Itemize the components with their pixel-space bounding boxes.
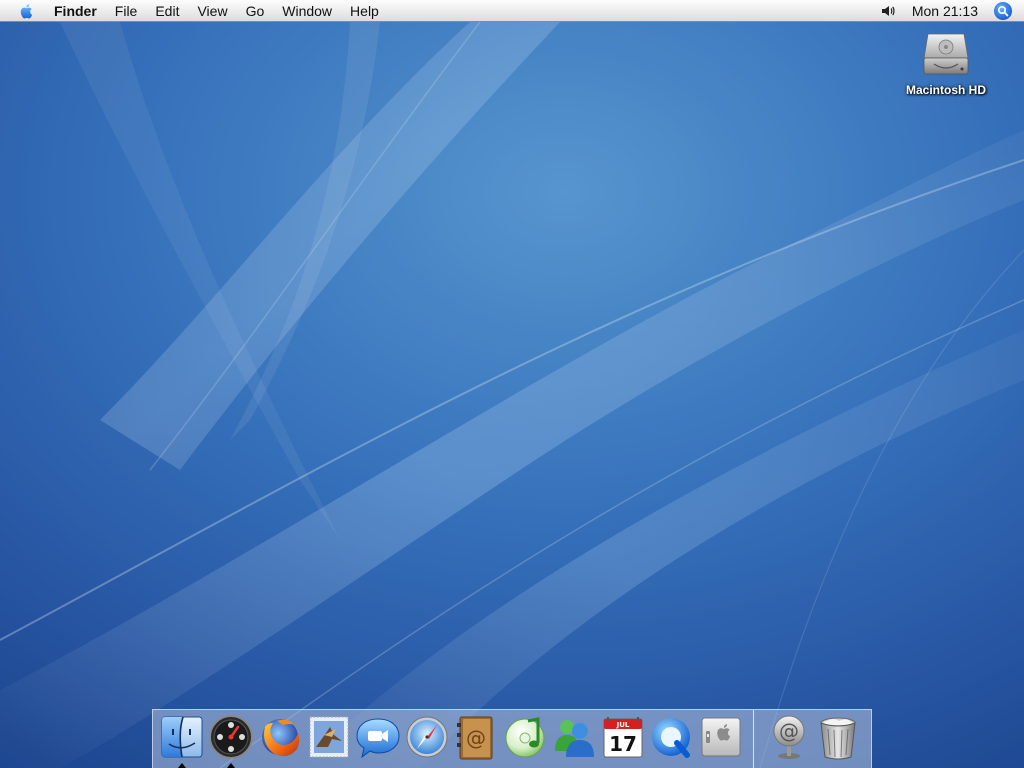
ichat-icon (355, 718, 400, 759)
apple-menu-icon[interactable] (16, 0, 38, 22)
dock-item-firefox[interactable] (255, 710, 304, 768)
dock-item-quicktime[interactable] (647, 710, 696, 768)
menu-view[interactable]: View (188, 0, 236, 22)
menu-edit[interactable]: Edit (146, 0, 188, 22)
messenger-buddies-icon (554, 720, 594, 757)
itunes-icon (505, 717, 544, 758)
menu-finder[interactable]: Finder (48, 0, 106, 22)
dock-item-address-book[interactable]: @ (451, 710, 500, 768)
hard-drive-icon (923, 33, 969, 75)
svg-text:@: @ (466, 726, 486, 750)
spotlight-search-icon[interactable] (994, 1, 1012, 20)
dock-item-mail-link[interactable]: @ (764, 710, 813, 768)
mail-stamp-icon (309, 716, 348, 758)
ical-calendar-icon: JUL 17 (603, 717, 642, 758)
speaker-icon[interactable] (880, 3, 896, 19)
desktop-wallpaper (0, 0, 1024, 768)
desktop-icon-macintosh-hd[interactable]: Macintosh HD (896, 28, 996, 99)
desktop-screen: Finder File Edit View Go Window Help Mon… (0, 0, 1024, 768)
svg-text:@: @ (779, 719, 799, 743)
desktop-icon-label: Macintosh HD (905, 83, 986, 97)
dock-item-itunes[interactable] (500, 710, 549, 768)
dock-item-ichat[interactable] (353, 710, 402, 768)
running-indicator (177, 763, 186, 768)
ical-month-label: JUL (615, 721, 629, 729)
dock-item-system-preferences[interactable] (696, 710, 745, 768)
dock-item-dashboard[interactable] (206, 710, 255, 768)
ical-day-label: 17 (609, 732, 637, 756)
menubar-clock[interactable]: Mon 21:13 (912, 3, 978, 19)
dock-item-messenger[interactable] (549, 710, 598, 768)
menu-help[interactable]: Help (341, 0, 388, 22)
menu-window[interactable]: Window (273, 0, 341, 22)
dock-item-ical[interactable]: JUL 17 (598, 710, 647, 768)
menu-extras: Mon 21:13 (880, 0, 1024, 22)
at-sign-icon: @ (773, 715, 804, 759)
address-book-icon: @ (456, 716, 492, 760)
safari-compass-icon (406, 716, 447, 758)
finder-icon (161, 716, 202, 758)
dock-separator (753, 710, 754, 768)
menu-bar: Finder File Edit View Go Window Help Mon… (0, 0, 1024, 22)
dock: @ JUL 17 @ (152, 709, 872, 768)
dock-item-trash[interactable] (813, 710, 862, 768)
menu-go[interactable]: Go (237, 0, 274, 22)
system-preferences-icon (701, 717, 740, 757)
trash-icon (819, 717, 856, 760)
dock-item-mail[interactable] (304, 710, 353, 768)
dock-item-finder[interactable] (157, 710, 206, 768)
dashboard-icon (208, 715, 253, 759)
dock-item-safari[interactable] (402, 710, 451, 768)
menu-file[interactable]: File (106, 0, 147, 22)
quicktime-icon (651, 718, 690, 758)
firefox-icon (261, 719, 299, 757)
magnifier-icon (997, 5, 1009, 16)
apple-icon (20, 3, 33, 19)
running-indicator (226, 763, 235, 768)
